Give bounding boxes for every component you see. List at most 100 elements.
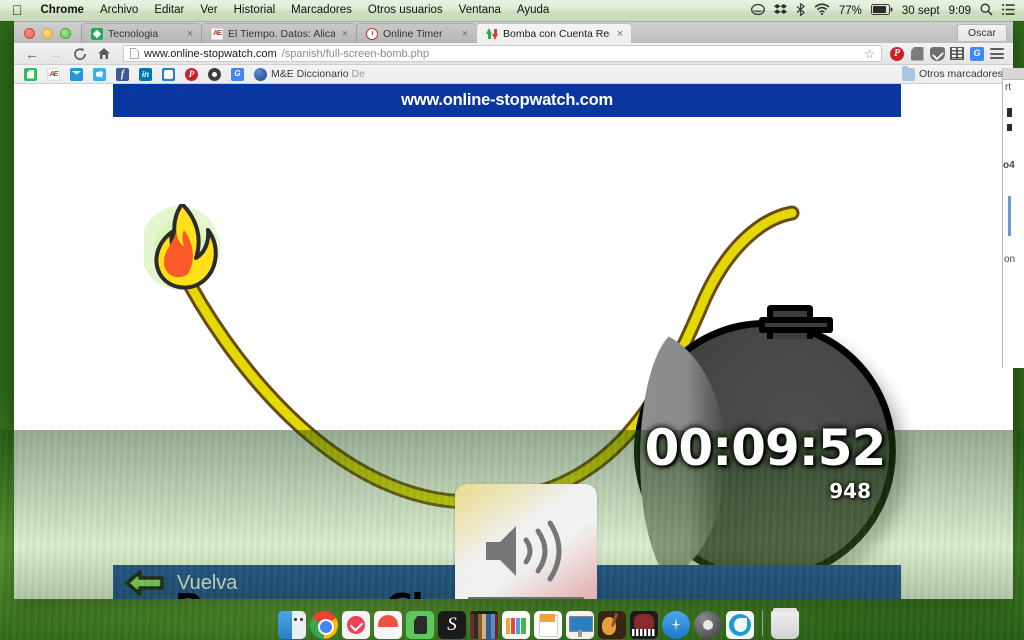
dock-item-google-chrome[interactable] [310, 611, 338, 639]
other-bookmarks-folder[interactable]: Otros marcadores [897, 65, 1008, 82]
volume-segment [562, 598, 569, 599]
dock-item-ibooks[interactable] [470, 611, 498, 639]
home-button[interactable] [92, 44, 116, 64]
background-window-bar [1007, 108, 1012, 117]
bookmark-twitter[interactable] [88, 66, 111, 82]
address-bar[interactable]: www.online-stopwatch.com/spanish/full-sc… [123, 45, 882, 62]
bookmark-smiley[interactable] [157, 66, 180, 82]
wifi-icon[interactable] [814, 3, 830, 18]
dock-item-scrivener[interactable] [438, 611, 466, 639]
timer-main-value: 00:09:52 [644, 419, 887, 477]
background-window-text-1: rt [1005, 82, 1012, 93]
pause-button-label: Pausa [175, 587, 292, 600]
bomb-icon: 00:09:52 948 [634, 320, 896, 582]
menu-bar-date: 30 sept [901, 4, 940, 17]
dock-item-logic-pro[interactable] [630, 611, 658, 639]
minimize-window-button[interactable] [42, 28, 53, 39]
close-window-button[interactable] [24, 28, 35, 39]
pocket-extension-icon[interactable] [927, 44, 947, 64]
tab-strip: Tecnologia × AE El Tiempo. Datos: Alican… [14, 21, 1013, 43]
bookmark-translate[interactable]: G [226, 66, 249, 82]
timemachine-icon[interactable] [750, 3, 765, 19]
forward-button[interactable]: → [44, 44, 68, 64]
background-window-bar [1007, 124, 1012, 131]
tab-el-tiempo[interactable]: AE El Tiempo. Datos: Alicante × [201, 23, 356, 43]
dropbox-icon[interactable] [773, 3, 787, 19]
bookmark-evernote[interactable] [19, 66, 42, 82]
dock-item-numbers[interactable] [502, 611, 530, 639]
menu-item-marcadores[interactable]: Marcadores [283, 0, 360, 21]
pinterest-extension-icon[interactable]: P [887, 44, 907, 64]
menu-item-historial[interactable]: Historial [226, 0, 284, 21]
menu-item-archivo[interactable]: Archivo [92, 0, 146, 21]
zoom-window-button[interactable] [60, 28, 71, 39]
chrome-menu-icon[interactable] [987, 44, 1007, 64]
volume-segment [548, 598, 555, 599]
tab-close-icon[interactable]: × [460, 28, 470, 40]
dock-item-keynote[interactable] [566, 611, 594, 639]
battery-icon[interactable] [870, 3, 893, 18]
background-window-titlebar [1003, 68, 1024, 80]
tab-close-icon[interactable]: × [615, 28, 625, 40]
dock-item-pocket[interactable] [342, 611, 370, 639]
dock-item-app-store[interactable] [662, 611, 690, 639]
menu-item-chrome[interactable]: Chrome [33, 0, 92, 21]
page-info-icon[interactable] [130, 48, 139, 59]
dock-item-pages[interactable] [534, 611, 562, 639]
battery-percent-label: 77% [838, 4, 862, 17]
eltiempo-favicon-icon: AE [211, 27, 223, 40]
tecnologia-favicon-icon [91, 27, 103, 40]
bookmark-pinterest[interactable]: P [180, 66, 203, 82]
dock-item-garageband[interactable] [598, 611, 626, 639]
dock-item-system-preferences[interactable] [694, 611, 722, 639]
volume-segment [505, 598, 511, 599]
google-translate-extension-icon[interactable]: G [967, 44, 987, 64]
tab-tecnologia[interactable]: Tecnologia × [81, 23, 201, 43]
back-arrow-icon[interactable] [125, 570, 165, 596]
film-extension-icon[interactable] [947, 44, 967, 64]
dock-item-finder[interactable] [278, 611, 306, 639]
volume-level-slider[interactable] [468, 597, 584, 599]
menu-bar-status-area: 77% 30 sept 9:09 [750, 2, 1024, 19]
bookmark-gear[interactable] [203, 66, 226, 82]
apple-logo-icon[interactable]:  [8, 0, 33, 21]
url-path: /spanish/full-screen-bomb.php [281, 47, 430, 60]
tab-title: Online Timer [383, 27, 443, 40]
bookmark-mail[interactable] [65, 66, 88, 82]
bluetooth-icon[interactable] [796, 2, 805, 19]
bookmark-star-icon[interactable]: ☆ [864, 47, 875, 61]
menu-item-ver[interactable]: Ver [192, 0, 225, 21]
bookmark-linkedin[interactable]: in [134, 66, 157, 82]
notification-center-icon[interactable] [1002, 3, 1015, 18]
dock-item-opera[interactable] [374, 611, 402, 639]
url-host: www.online-stopwatch.com [144, 47, 277, 60]
dock-item-skitch[interactable] [726, 611, 754, 639]
volume-osd-overlay [455, 484, 597, 599]
evernote-extension-icon[interactable] [907, 44, 927, 64]
volume-segment [555, 598, 562, 599]
volume-segment [570, 598, 576, 599]
reload-button[interactable] [68, 44, 92, 64]
menu-item-editar[interactable]: Editar [146, 0, 192, 21]
profile-name-button[interactable]: Oscar [956, 24, 1007, 41]
dock-item-trash[interactable] [771, 608, 799, 639]
other-bookmarks-label: Otros marcadores [918, 68, 1003, 80]
bookmark-me-diccionario[interactable]: M&E Diccionario De [249, 66, 370, 82]
bookmark-label: M&E Diccionario [271, 68, 349, 80]
menu-item-ventana[interactable]: Ventana [451, 0, 509, 21]
menu-item-otros-usuarios[interactable]: Otros usuarios [360, 0, 451, 21]
tab-online-timer[interactable]: Online Timer × [356, 23, 476, 43]
bookmarks-bar: AE f in P G M&E Diccionario De Otros mar… [14, 65, 1013, 84]
tab-close-icon[interactable]: × [340, 28, 350, 40]
bookmark-facebook[interactable]: f [111, 66, 134, 82]
bookmark-label-suffix: De [351, 68, 365, 80]
dock-item-evernote[interactable] [406, 611, 434, 639]
background-window[interactable]: rt o4 on [1002, 68, 1024, 368]
bookmark-ae[interactable]: AE [42, 66, 65, 82]
tab-bomba-con-cuenta-regresiva[interactable]: Bomba con Cuenta Regres × [476, 23, 631, 43]
spotlight-search-icon[interactable] [980, 3, 993, 19]
tab-close-icon[interactable]: × [185, 28, 195, 40]
menu-item-ayuda[interactable]: Ayuda [509, 0, 557, 21]
back-button[interactable]: ← [20, 44, 44, 64]
volume-segment [519, 598, 526, 599]
